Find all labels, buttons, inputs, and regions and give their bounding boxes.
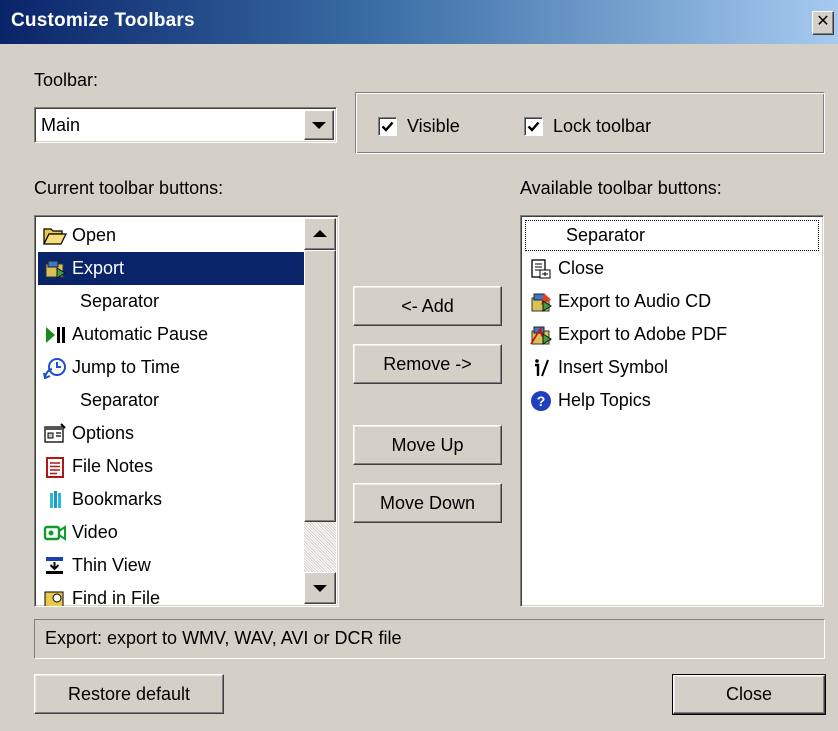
export-icon xyxy=(42,257,68,281)
list-item-options[interactable]: Options xyxy=(38,417,140,450)
list-item-video[interactable]: Video xyxy=(38,516,124,549)
customize-toolbars-dialog: Customize Toolbars ✕ Toolbar: Main Visib… xyxy=(0,0,838,731)
toolbar-options-group: Visible Lock toolbar xyxy=(355,92,825,154)
list-item-jump-to-time[interactable]: Jump to Time xyxy=(38,351,186,384)
jump-to-time-icon xyxy=(42,356,68,380)
add-button[interactable]: <- Add xyxy=(353,286,502,326)
visible-checkbox[interactable] xyxy=(378,116,397,136)
list-item-export-to-adobe-pdf[interactable]: Export to Adobe PDF xyxy=(524,318,733,351)
scrollbar-thumb[interactable] xyxy=(304,250,336,522)
visible-option[interactable]: Visible xyxy=(378,115,460,137)
current-list-scrollbar[interactable] xyxy=(304,218,336,604)
list-item-bookmarks[interactable]: Bookmarks xyxy=(38,483,168,516)
export-pdf-icon xyxy=(528,323,554,347)
list-item-thin-view[interactable]: Thin View xyxy=(38,549,157,582)
close-button[interactable]: Close xyxy=(672,674,826,715)
move-up-button[interactable]: Move Up xyxy=(353,425,502,465)
move-down-button[interactable]: Move Down xyxy=(353,483,502,523)
list-item-export-to-audio-cd[interactable]: Export to Audio CD xyxy=(524,285,717,318)
list-item-separator[interactable]: Separator xyxy=(38,384,165,417)
list-item-open[interactable]: Open xyxy=(38,219,304,252)
toolbar-label: Toolbar: xyxy=(34,70,99,90)
lock-toolbar-label: Lock toolbar xyxy=(553,115,652,136)
list-item-close[interactable]: Close xyxy=(524,252,610,285)
toolbar-select[interactable]: Main xyxy=(34,107,337,143)
play-pause-icon xyxy=(42,323,68,347)
visible-label: Visible xyxy=(407,115,460,136)
remove-button[interactable]: Remove -> xyxy=(353,344,502,384)
restore-default-button[interactable]: Restore default xyxy=(34,674,224,714)
current-buttons-list[interactable]: Open Export Separator Automatic Pause Ju… xyxy=(34,215,339,607)
open-folder-icon xyxy=(42,224,68,248)
list-item-insert-symbol[interactable]: Insert Symbol xyxy=(524,351,674,384)
close-doc-icon xyxy=(528,257,554,281)
toolbar-dropdown-button[interactable] xyxy=(304,110,334,140)
scroll-down-arrow-icon xyxy=(313,585,327,592)
title-close-button[interactable]: ✕ xyxy=(812,11,834,35)
scroll-up-button[interactable] xyxy=(304,218,336,250)
title-bar[interactable]: Customize Toolbars ✕ xyxy=(0,0,838,44)
toolbar-select-value: Main xyxy=(41,115,81,135)
insert-symbol-icon xyxy=(528,356,554,380)
help-icon: ? xyxy=(528,389,554,413)
scroll-up-arrow-icon xyxy=(313,230,327,237)
button-description: Export: export to WMV, WAV, AVI or DCR f… xyxy=(34,619,825,659)
available-buttons-list[interactable]: Separator Close Export to Audio CD Expor… xyxy=(520,215,824,607)
file-notes-icon xyxy=(42,455,68,479)
svg-text:?: ? xyxy=(537,393,546,409)
scroll-down-button[interactable] xyxy=(304,572,336,604)
list-item-file-notes[interactable]: File Notes xyxy=(38,450,159,483)
find-in-file-icon xyxy=(42,587,68,606)
lock-toolbar-option[interactable]: Lock toolbar xyxy=(524,115,651,137)
list-item-separator[interactable]: Separator xyxy=(524,219,820,252)
export-audio-cd-icon xyxy=(528,290,554,314)
video-icon xyxy=(42,521,68,545)
close-x-icon: ✕ xyxy=(816,13,830,30)
list-item-automatic-pause[interactable]: Automatic Pause xyxy=(38,318,214,351)
checkmark-icon xyxy=(527,121,540,132)
checkmark-icon xyxy=(381,121,394,132)
chevron-down-icon xyxy=(312,122,326,129)
lock-toolbar-checkbox[interactable] xyxy=(524,116,543,136)
current-buttons-label: Current toolbar buttons: xyxy=(34,178,224,198)
list-item-separator[interactable]: Separator xyxy=(38,285,165,318)
bookmarks-icon xyxy=(42,488,68,512)
available-buttons-label: Available toolbar buttons: xyxy=(520,178,722,198)
options-icon xyxy=(42,422,68,446)
list-item-find-in-file[interactable]: Find in File xyxy=(38,582,166,606)
list-item-help-topics[interactable]: ? Help Topics xyxy=(524,384,657,417)
thin-view-icon xyxy=(42,554,68,578)
list-item-export[interactable]: Export xyxy=(38,252,304,285)
dialog-title: Customize Toolbars xyxy=(11,10,195,31)
